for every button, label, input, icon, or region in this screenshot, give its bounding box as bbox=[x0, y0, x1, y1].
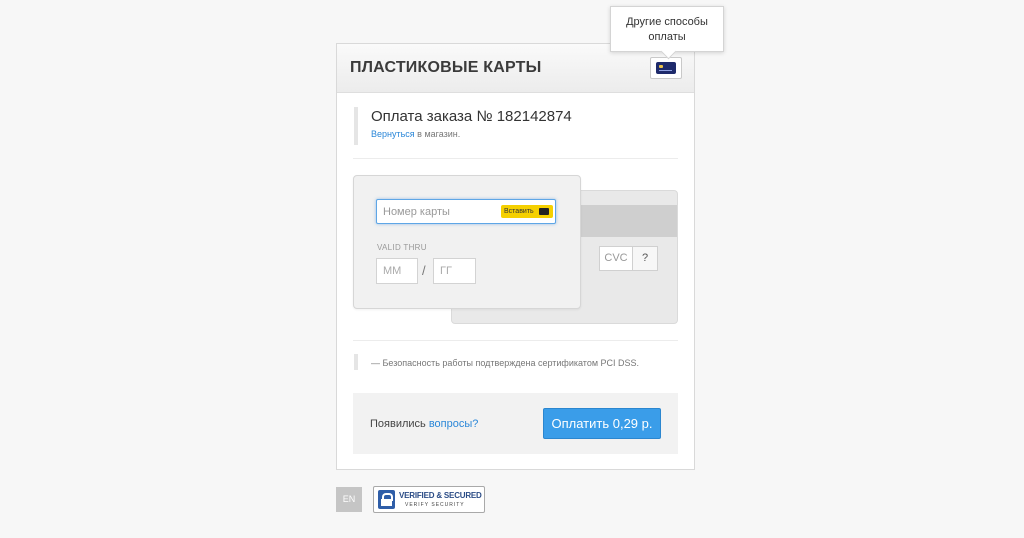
security-note: — Безопасность работы подтверждена серти… bbox=[354, 354, 639, 370]
divider bbox=[353, 158, 678, 159]
cvc-help-button[interactable]: ? bbox=[632, 246, 658, 271]
badge-subtitle: VERIFY SECURITY bbox=[405, 502, 465, 508]
lock-icon bbox=[378, 490, 395, 509]
card-front bbox=[353, 175, 581, 309]
credit-card-icon bbox=[656, 62, 676, 74]
paste-label: Вставить bbox=[504, 208, 534, 215]
back-link[interactable]: Вернуться bbox=[371, 129, 415, 139]
payment-footer: Появились вопросы? Оплатить 0,29 р. bbox=[353, 393, 678, 454]
language-switch[interactable]: EN bbox=[336, 487, 362, 512]
security-badge: VERIFIED & SECURED VERIFY SECURITY bbox=[373, 486, 485, 513]
cvc-input[interactable]: CVC bbox=[599, 246, 633, 271]
tooltip-line2: оплаты bbox=[648, 31, 686, 43]
year-input[interactable]: ГГ bbox=[433, 258, 476, 284]
divider bbox=[353, 340, 678, 341]
question-prefix: Появились bbox=[370, 418, 429, 430]
page-title: ПЛАСТИКОВЫЕ КАРТЫ bbox=[350, 59, 542, 76]
pay-button[interactable]: Оплатить 0,29 р. bbox=[543, 408, 661, 439]
back-to-shop: Вернуться в магазин. bbox=[371, 129, 572, 139]
card-number-placeholder: Номер карты bbox=[383, 206, 450, 218]
paste-button[interactable]: Вставить bbox=[501, 205, 553, 218]
back-suffix: в магазин. bbox=[414, 129, 461, 139]
month-input[interactable]: ММ bbox=[376, 258, 418, 284]
order-title: Оплата заказа № 182142874 bbox=[371, 108, 572, 125]
card-icon bbox=[539, 208, 549, 215]
payment-methods-button[interactable] bbox=[650, 57, 682, 79]
payment-methods-tooltip: Другие способы оплаты bbox=[610, 6, 724, 52]
order-info: Оплата заказа № 182142874 Вернуться в ма… bbox=[354, 107, 572, 145]
date-separator: / bbox=[422, 263, 426, 278]
questions-link[interactable]: вопросы? bbox=[429, 418, 479, 430]
badge-title: VERIFIED & SECURED bbox=[399, 491, 482, 500]
questions-text: Появились вопросы? bbox=[370, 418, 478, 430]
card-number-input[interactable]: Номер карты Вставить bbox=[376, 199, 556, 224]
tooltip-line1: Другие способы bbox=[626, 16, 708, 28]
valid-thru-label: VALID THRU bbox=[377, 243, 427, 252]
